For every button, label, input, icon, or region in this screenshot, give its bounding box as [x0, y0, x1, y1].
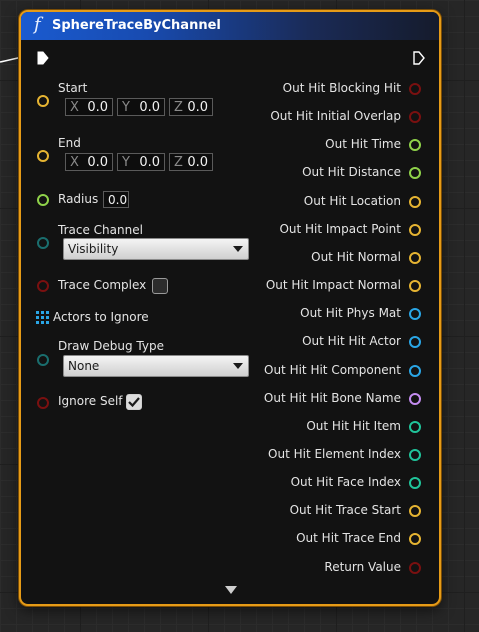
sphere-trace-by-channel-node[interactable]: f SphereTraceByChannel Start X 0.0 Y 0.0 Z… — [19, 10, 441, 606]
output-pin[interactable] — [409, 83, 421, 95]
output-row: Out Hit Phys Mat — [21, 306, 435, 322]
output-pin[interactable] — [409, 562, 421, 574]
output-label: Out Hit Impact Point — [279, 222, 401, 236]
output-row: Out Hit Trace End — [21, 531, 435, 547]
node-title: SphereTraceByChannel — [52, 18, 221, 33]
exec-in-pin[interactable] — [37, 51, 49, 65]
output-label: Out Hit Distance — [302, 165, 401, 179]
output-row: Out Hit Trace Start — [21, 503, 435, 519]
output-label: Out Hit Blocking Hit — [282, 81, 401, 95]
output-label: Out Hit Normal — [311, 250, 401, 264]
output-row: Out Hit Location — [21, 194, 435, 210]
output-row: Out Hit Normal — [21, 250, 435, 266]
output-pin[interactable] — [409, 111, 421, 123]
output-pin[interactable] — [409, 533, 421, 545]
output-row: Out Hit Time — [21, 137, 435, 153]
output-pin[interactable] — [409, 477, 421, 489]
output-pin[interactable] — [409, 449, 421, 461]
output-label: Out Hit Hit Actor — [302, 334, 401, 348]
output-pin[interactable] — [409, 393, 421, 405]
expand-arrow-icon[interactable] — [225, 586, 237, 595]
output-pin[interactable] — [409, 308, 421, 320]
output-label: Out Hit Hit Bone Name — [263, 391, 401, 405]
output-row: Out Hit Impact Point — [21, 222, 435, 238]
output-pin[interactable] — [409, 336, 421, 348]
output-pin[interactable] — [409, 252, 421, 264]
output-label: Out Hit Phys Mat — [300, 306, 401, 320]
output-row: Out Hit Hit Bone Name — [21, 391, 435, 407]
output-label: Out Hit Location — [303, 194, 401, 208]
output-label: Out Hit Hit Component — [264, 363, 401, 377]
output-pin[interactable] — [409, 196, 421, 208]
output-label: Out Hit Time — [325, 137, 401, 151]
function-icon: f — [34, 14, 41, 35]
output-pin[interactable] — [409, 421, 421, 433]
output-pin[interactable] — [409, 224, 421, 236]
output-row: Out Hit Hit Component — [21, 363, 435, 379]
output-row: Out Hit Initial Overlap — [21, 109, 435, 125]
output-row: Out Hit Hit Item — [21, 419, 435, 435]
output-row: Out Hit Face Index — [21, 475, 435, 491]
output-label: Out Hit Hit Item — [306, 419, 401, 433]
output-pin[interactable] — [409, 139, 421, 151]
output-label: Out Hit Trace Start — [289, 503, 401, 517]
output-row: Out Hit Distance — [21, 165, 435, 181]
node-header[interactable]: f SphereTraceByChannel — [21, 12, 439, 40]
output-label: Return Value — [324, 560, 401, 574]
output-label: Out Hit Impact Normal — [265, 278, 401, 292]
exec-out-pin[interactable] — [413, 51, 425, 65]
output-row: Out Hit Hit Actor — [21, 334, 435, 350]
output-row: Out Hit Blocking Hit — [21, 81, 435, 97]
output-pin[interactable] — [409, 365, 421, 377]
output-label: Out Hit Element Index — [268, 447, 401, 461]
output-label: Out Hit Initial Overlap — [270, 109, 401, 123]
output-label: Out Hit Face Index — [290, 475, 401, 489]
output-pin[interactable] — [409, 280, 421, 292]
trace-channel-pin[interactable] — [37, 237, 49, 249]
output-label: Out Hit Trace End — [296, 531, 401, 545]
output-pin[interactable] — [409, 505, 421, 517]
output-row: Return Value — [21, 560, 435, 576]
output-pin[interactable] — [409, 167, 421, 179]
output-row: Out Hit Element Index — [21, 447, 435, 463]
output-row: Out Hit Impact Normal — [21, 278, 435, 294]
